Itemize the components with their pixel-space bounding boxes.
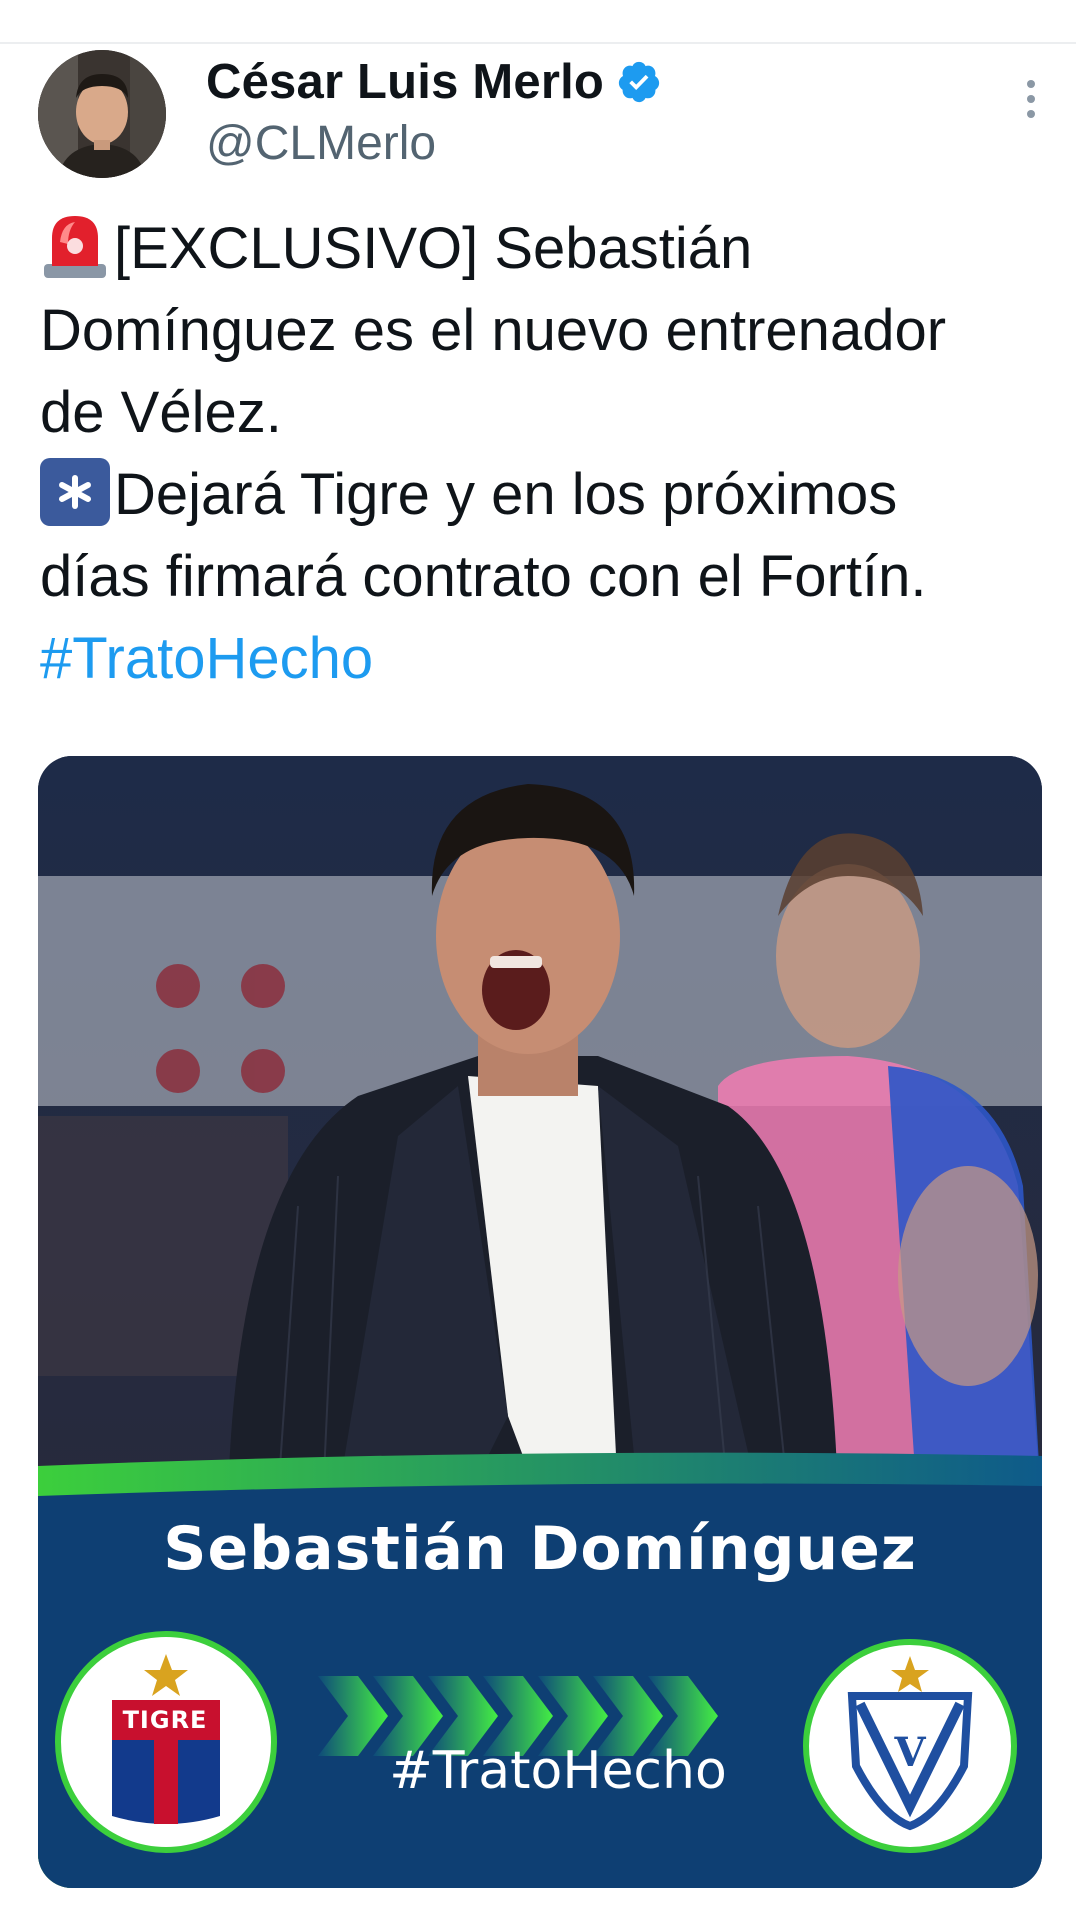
avatar[interactable] <box>38 50 166 178</box>
tweet-text: [EXCLUSIVO] Sebastián Domínguez es el nu… <box>40 208 1050 700</box>
media-title: Sebastián Domínguez <box>163 1514 917 1584</box>
tigre-badge-label: TIGRE <box>122 1706 208 1734</box>
author-name[interactable]: César Luis Merlo <box>206 54 604 110</box>
author-handle[interactable]: @CLMerlo <box>206 116 436 171</box>
eight-spoked-asterisk-emoji <box>40 458 110 526</box>
verified-badge-icon <box>618 61 660 103</box>
top-divider <box>0 42 1076 44</box>
media-hashtag: #TratoHecho <box>389 1741 727 1801</box>
tweet-line-1-text: [EXCLUSIVO] Sebastián <box>114 216 753 281</box>
tweet-header: César Luis Merlo @CLMerlo <box>0 50 1076 180</box>
tweet-media-image[interactable]: V Sebastián Domínguez TIGRE #TratoHecho <box>38 756 1042 1888</box>
tweet-line-5: días firmará contrato con el Fortín. <box>40 544 927 609</box>
svg-text:V: V <box>893 1729 926 1776</box>
tweet-line-3: de Vélez. <box>40 380 282 445</box>
tweet-line-1: [EXCLUSIVO] Sebastián <box>40 208 1050 290</box>
tweet-line-2: Domínguez es el nuevo entrenador <box>40 298 947 363</box>
more-vertical-icon[interactable] <box>1024 80 1038 124</box>
tweet-line-4-text: Dejará Tigre y en los próximos <box>114 462 898 527</box>
author-row: César Luis Merlo <box>206 54 662 110</box>
tweet-hashtag[interactable]: #TratoHecho <box>40 618 1050 700</box>
police-car-light-emoji <box>40 212 110 280</box>
tweet-line-4: Dejará Tigre y en los próximos <box>40 454 1050 536</box>
